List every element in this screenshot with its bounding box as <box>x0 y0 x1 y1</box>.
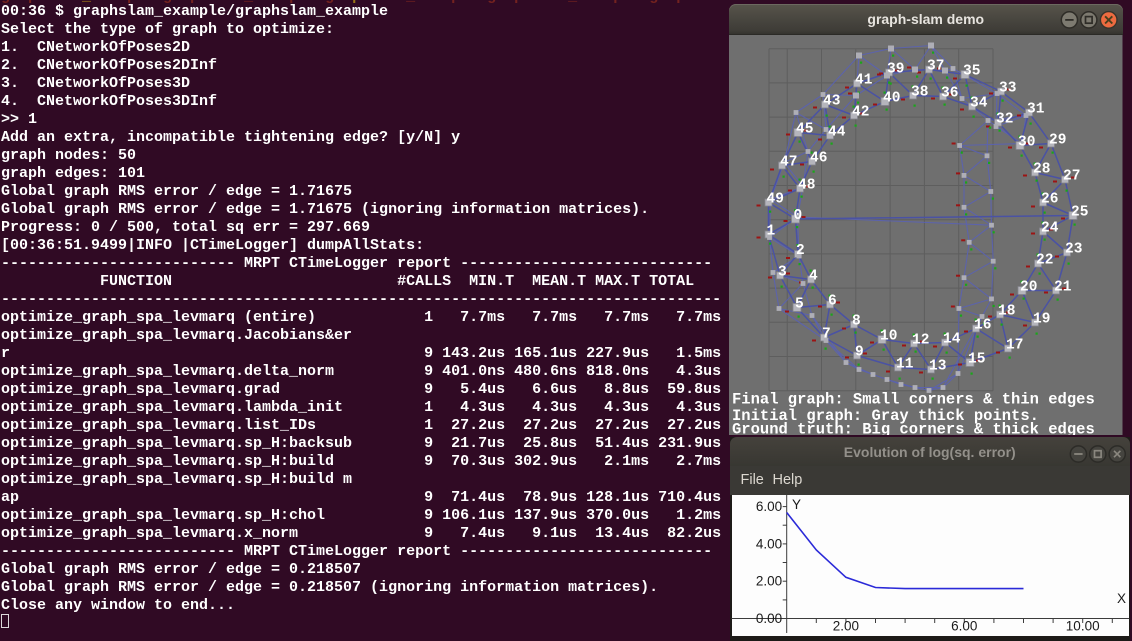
svg-text:38: 38 <box>911 84 928 100</box>
svg-text:Final graph: Small corners & t: Final graph: Small corners & thin edges <box>732 390 1095 408</box>
svg-text:12: 12 <box>912 332 929 348</box>
svg-text:26: 26 <box>1041 191 1058 207</box>
svg-text:1: 1 <box>767 223 776 239</box>
svg-text:48: 48 <box>798 177 815 193</box>
svg-text:22: 22 <box>1036 252 1053 268</box>
svg-text:18: 18 <box>998 303 1015 319</box>
svg-text:15: 15 <box>968 351 985 367</box>
svg-text:43: 43 <box>823 93 840 109</box>
svg-text:6.00: 6.00 <box>756 499 782 514</box>
svg-text:34: 34 <box>970 95 988 111</box>
svg-text:45: 45 <box>796 121 813 137</box>
svg-text:8: 8 <box>852 313 861 329</box>
svg-text:49: 49 <box>767 191 784 207</box>
svg-text:5: 5 <box>795 296 804 312</box>
svg-text:28: 28 <box>1033 161 1050 177</box>
svg-text:36: 36 <box>941 85 958 101</box>
svg-text:6: 6 <box>828 293 837 309</box>
svg-text:23: 23 <box>1065 241 1082 257</box>
svg-text:9: 9 <box>855 344 864 360</box>
svg-text:25: 25 <box>1071 204 1088 220</box>
svg-text:27: 27 <box>1063 168 1080 184</box>
svg-text:32: 32 <box>996 111 1013 127</box>
svg-text:14: 14 <box>943 331 961 347</box>
svg-text:16: 16 <box>974 317 991 333</box>
svg-text:37: 37 <box>927 58 944 74</box>
svg-text:39: 39 <box>887 61 904 77</box>
svg-text:13: 13 <box>929 358 946 374</box>
svg-text:11: 11 <box>896 356 914 372</box>
svg-text:Y: Y <box>792 497 801 512</box>
svg-text:30: 30 <box>1018 134 1035 150</box>
svg-text:19: 19 <box>1033 311 1050 327</box>
svg-text:4.00: 4.00 <box>756 536 782 551</box>
svg-text:Ground truth: Big corners & th: Ground truth: Big corners & thick edges <box>732 420 1095 435</box>
svg-text:21: 21 <box>1054 279 1072 295</box>
svg-text:2: 2 <box>796 243 805 259</box>
svg-text:17: 17 <box>1006 337 1023 353</box>
svg-text:46: 46 <box>810 150 827 166</box>
svg-text:33: 33 <box>999 80 1016 96</box>
svg-text:29: 29 <box>1049 132 1066 148</box>
svg-text:41: 41 <box>855 72 873 88</box>
svg-text:20: 20 <box>1020 279 1037 295</box>
svg-text:X: X <box>1117 591 1126 606</box>
svg-text:7: 7 <box>822 326 831 342</box>
svg-text:47: 47 <box>780 154 797 170</box>
svg-text:2.00: 2.00 <box>756 574 782 589</box>
svg-text:6.00: 6.00 <box>951 619 977 634</box>
svg-text:10: 10 <box>880 328 897 344</box>
svg-text:31: 31 <box>1027 101 1045 117</box>
svg-text:3: 3 <box>778 264 787 280</box>
svg-text:40: 40 <box>883 90 900 106</box>
svg-text:0: 0 <box>794 208 803 224</box>
svg-text:0.00: 0.00 <box>756 611 782 626</box>
svg-text:4: 4 <box>809 268 818 284</box>
svg-text:2.00: 2.00 <box>833 619 859 634</box>
svg-text:24: 24 <box>1041 220 1059 236</box>
svg-text:10.00: 10.00 <box>1066 619 1100 634</box>
svg-text:44: 44 <box>828 124 846 140</box>
svg-text:35: 35 <box>963 63 980 79</box>
svg-text:42: 42 <box>852 104 869 120</box>
